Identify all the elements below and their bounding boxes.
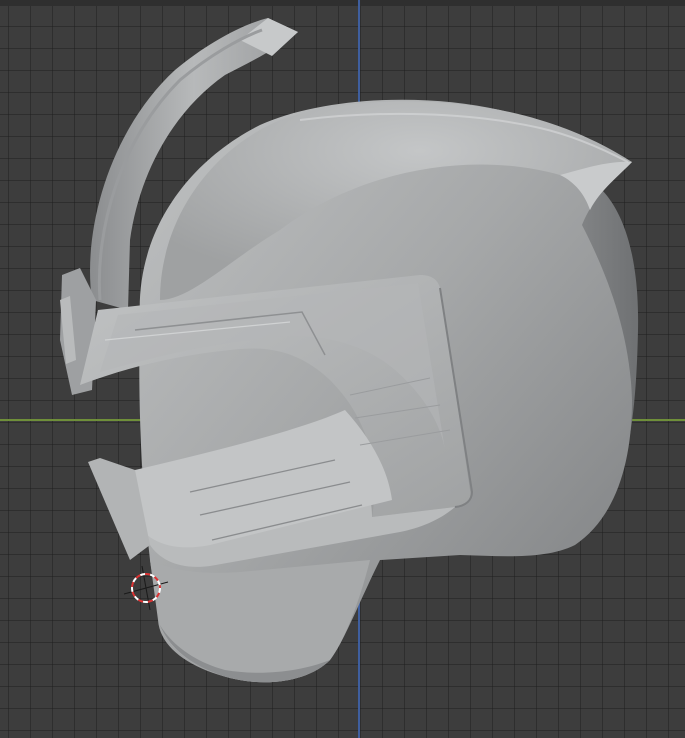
jaw-lower — [150, 560, 370, 683]
helmet-scene[interactable] — [0, 0, 685, 738]
cursor-line-v — [141, 565, 151, 611]
3d-viewport[interactable] — [0, 0, 685, 738]
